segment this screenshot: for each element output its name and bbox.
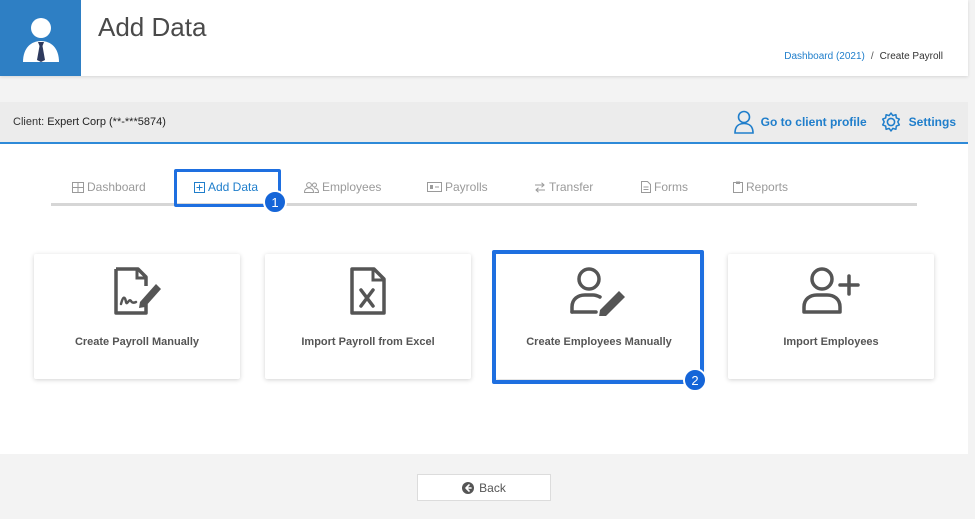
settings-link[interactable]: Settings	[879, 110, 956, 134]
file-icon	[641, 181, 651, 193]
client-label: Client:	[13, 116, 45, 128]
user-tie-icon	[22, 18, 59, 62]
card-label: Create Payroll Manually	[74, 336, 200, 348]
callout-highlight-create-employees	[492, 250, 704, 384]
tab-payrolls[interactable]: Payrolls	[427, 180, 488, 194]
user-outline-icon	[733, 110, 754, 134]
card-create-payroll-manually[interactable]: Create Payroll Manually	[34, 254, 240, 379]
user-plus-icon	[802, 267, 860, 314]
settings-label: Settings	[908, 115, 956, 129]
card-icon-wrapper	[265, 266, 471, 316]
client-actions: Go to client profile Settings	[733, 110, 956, 134]
tab-reports-label: Reports	[746, 180, 789, 194]
go-to-client-profile-label: Go to client profile	[760, 115, 867, 129]
tab-payrolls-label: Payrolls	[445, 180, 488, 194]
tab-transfer-label: Transfer	[549, 180, 594, 194]
arrow-left-circle-icon	[462, 481, 475, 494]
transfer-icon	[535, 181, 545, 193]
tab-dashboard-label: Dashboard	[87, 180, 146, 194]
card-import-employees[interactable]: Import Employees	[728, 254, 934, 379]
file-signature-icon	[114, 267, 161, 315]
tab-reports[interactable]: Reports	[733, 180, 788, 194]
clipboard-icon	[733, 181, 743, 193]
grid-icon	[72, 181, 84, 193]
breadcrumb: Dashboard (2021) / Create Payroll	[784, 51, 943, 62]
tab-forms-label: Forms	[654, 180, 688, 194]
page-title: Add Data	[98, 12, 207, 42]
tab-dashboard[interactable]: Dashboard	[72, 180, 146, 194]
card-label: Import Employees	[783, 336, 879, 348]
money-icon	[427, 182, 442, 192]
tab-transfer[interactable]: Transfer	[534, 180, 593, 194]
tab-forms[interactable]: Forms	[641, 180, 688, 194]
client-bar: Client: Expert Corp (**-***5874) Go to c…	[0, 102, 968, 144]
page: Add Data Dashboard (2021) / Create Payroll…	[0, 0, 975, 519]
gear-icon	[881, 112, 900, 132]
card-icon-wrapper	[728, 266, 934, 316]
card-icon-wrapper	[34, 266, 240, 316]
file-excel-icon	[350, 267, 386, 315]
back-button-label: Back	[479, 480, 506, 495]
breadcrumb-separator: /	[870, 51, 874, 62]
users-icon	[304, 181, 319, 193]
callout-badge-1: 1	[263, 190, 287, 214]
client-name: Expert Corp (**-***5874)	[47, 116, 166, 128]
go-to-client-profile-link[interactable]: Go to client profile	[733, 110, 867, 134]
tab-employees[interactable]: Employees	[304, 180, 381, 194]
client-info: Client: Expert Corp (**-***5874)	[13, 116, 166, 128]
page-header: Add Data Dashboard (2021) / Create Payroll	[0, 0, 968, 76]
tab-employees-label: Employees	[322, 180, 382, 194]
back-button[interactable]: Back	[417, 474, 551, 501]
callout-badge-2: 2	[683, 368, 707, 392]
avatar	[0, 0, 81, 76]
main-panel: Dashboard Add Data Employees Payrolls Tr…	[0, 144, 968, 454]
card-label: Import Payroll from Excel	[301, 336, 435, 348]
card-import-payroll-from-excel[interactable]: Import Payroll from Excel	[265, 254, 471, 379]
breadcrumb-dashboard-link[interactable]: Dashboard (2021)	[784, 51, 865, 62]
breadcrumb-current: Create Payroll	[879, 51, 943, 62]
